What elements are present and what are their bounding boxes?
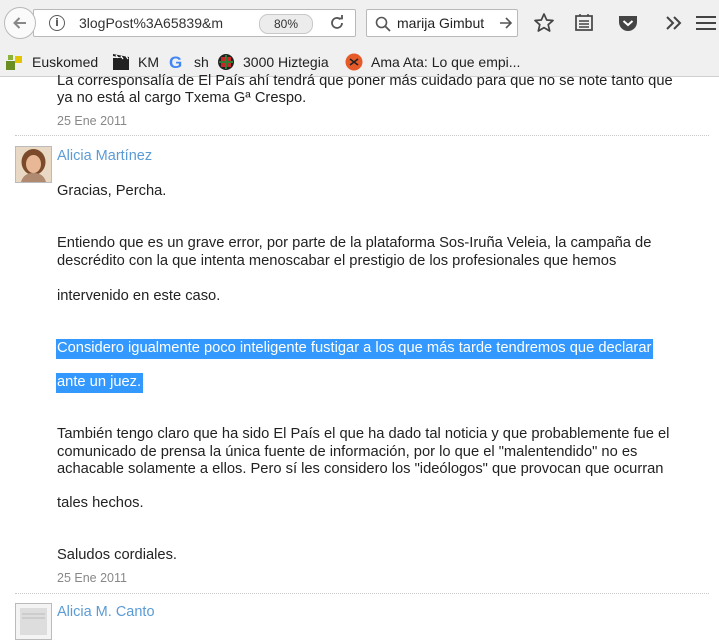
clapperboard-icon: [112, 53, 130, 71]
overflow-menu-icon[interactable]: [662, 12, 686, 34]
comment-paragraph-3-line-1: También tengo claro que ha sido El País …: [57, 426, 670, 442]
comment-paragraph-3-line-4: tales hechos.: [57, 495, 144, 511]
selected-text-line-2[interactable]: ante un juez.: [56, 373, 144, 393]
comment-paragraph-1-line-2: descrédito con la que intenta menoscabar…: [57, 253, 617, 269]
zoom-indicator[interactable]: 80%: [259, 14, 313, 34]
back-arrow-icon: [13, 17, 26, 29]
ama-ata-icon: [345, 53, 363, 71]
search-input[interactable]: marija Gimbut: [397, 15, 484, 31]
bookmark-label: 3000 Hiztegia: [243, 54, 329, 70]
comments-section: La corresponsalía de El País ahí tendrá …: [0, 73, 719, 640]
comment-paragraph-1-line-3: intervenido en este caso.: [57, 288, 221, 304]
comment-divider: [15, 593, 709, 594]
url-text[interactable]: 3logPost%3A65839&m: [79, 15, 279, 31]
bookmark-km[interactable]: KM: [112, 52, 159, 72]
info-icon[interactable]: i: [49, 15, 65, 31]
comment-paragraph-3-line-2: comunicado de prensa la única fuente de …: [57, 444, 638, 460]
previous-comment-date: 25 Ene 2011: [57, 114, 127, 128]
svg-text:G: G: [169, 53, 182, 71]
hamburger-menu-icon[interactable]: [694, 12, 718, 34]
bookmark-label: Euskomed: [32, 54, 99, 70]
avatar[interactable]: [15, 146, 52, 183]
comment-paragraph-3-line-3: achacable solamente a ellos. Pero sí les…: [57, 461, 664, 477]
comment-date: 25 Ene 2011: [57, 571, 127, 585]
bookmark-3000-hiztegia[interactable]: 3000 Hiztegia: [217, 52, 329, 72]
avatar[interactable]: [15, 603, 52, 640]
bookmark-label: KM: [138, 54, 159, 70]
bookmark-star-icon[interactable]: [532, 12, 556, 34]
comment-author-link[interactable]: Alicia M. Canto: [57, 604, 155, 620]
avatar-photo-icon: [16, 147, 51, 182]
previous-comment-line-2: ya no está al cargo Txema Gª Crespo.: [57, 90, 307, 106]
google-icon: G: [168, 53, 186, 72]
bookmark-euskomed[interactable]: Euskomed: [6, 52, 98, 72]
hiztegia-icon: [217, 53, 235, 71]
search-go-arrow-icon[interactable]: [499, 16, 513, 30]
back-button[interactable]: [4, 7, 36, 39]
bookmark-label: sh: [194, 54, 209, 70]
comment-divider: [15, 135, 709, 136]
comment-paragraph-1-line-1: Entiendo que es un grave error, por part…: [57, 235, 652, 251]
bookmark-sh[interactable]: G sh: [168, 52, 209, 72]
bookmark-label: Ama Ata: Lo que empi...: [371, 54, 521, 70]
comment-author-link[interactable]: Alicia Martínez: [57, 148, 152, 164]
search-icon: [375, 16, 391, 32]
reading-list-icon[interactable]: [572, 12, 596, 34]
comment-closing: Saludos cordiales.: [57, 547, 178, 563]
avatar-photo-icon: [16, 604, 51, 639]
selected-text-line-1[interactable]: Considero igualmente poco inteligente fu…: [56, 339, 654, 359]
search-bar[interactable]: marija Gimbut: [366, 9, 518, 37]
bookmark-ama-ata[interactable]: Ama Ata: Lo que empi...: [345, 52, 520, 72]
url-bar[interactable]: i 3logPost%3A65839&m 80%: [33, 9, 356, 37]
browser-toolbar: i 3logPost%3A65839&m 80% marija Gimbut: [0, 0, 719, 48]
comment-greeting: Gracias, Percha.: [57, 183, 167, 199]
previous-comment-line-1: La corresponsalía de El País ahí tendrá …: [57, 73, 673, 89]
euskomed-icon: [6, 53, 24, 71]
pocket-icon[interactable]: [616, 12, 640, 34]
reload-icon[interactable]: [327, 13, 347, 33]
